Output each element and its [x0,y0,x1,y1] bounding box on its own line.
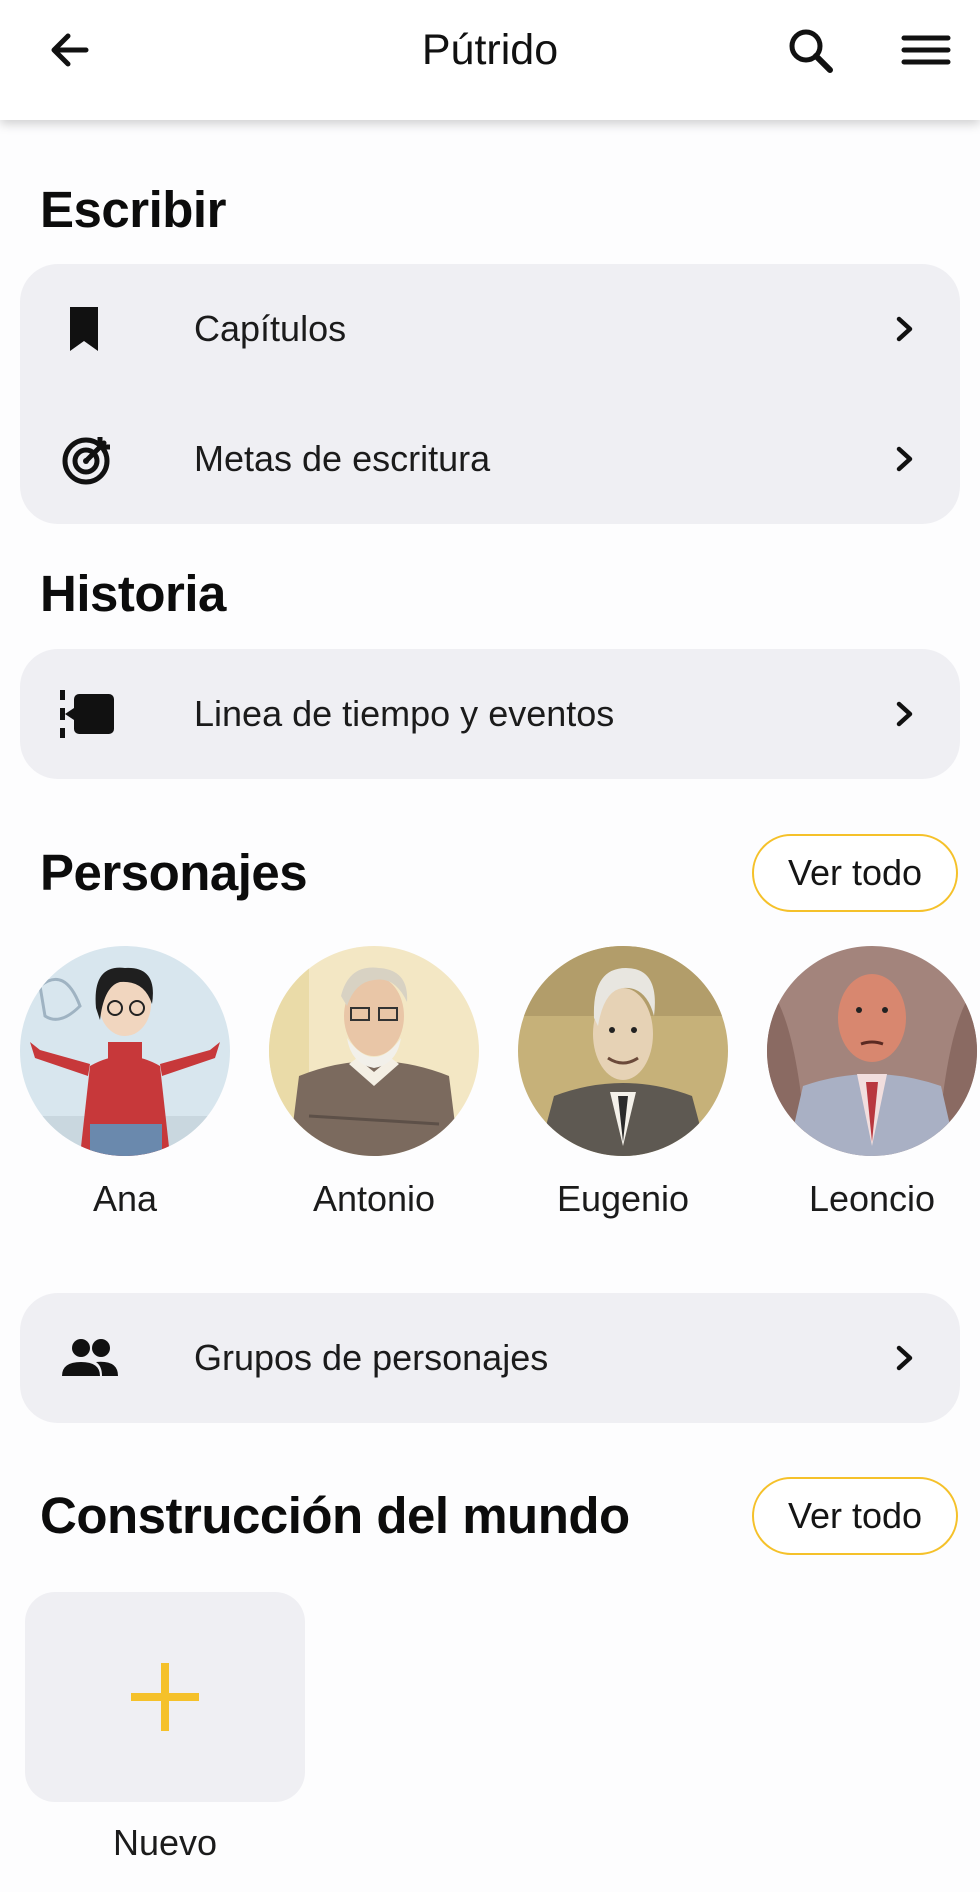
timeline-label: Linea de tiempo y eventos [194,693,615,734]
characters-see-all-button[interactable]: Ver todo [752,834,958,912]
people-icon [62,1339,118,1376]
chevron-right-icon [896,701,913,727]
character-card-ana[interactable]: Ana [19,946,231,1220]
character-card-antonio[interactable]: Antonio [268,946,480,1220]
chevron-right-icon [896,1345,913,1371]
section-title-story: Historia [40,565,226,622]
character-name: Antonio [312,1178,436,1219]
avatar [518,946,728,1156]
character-name: Eugenio [556,1178,690,1219]
section-title-write: Escribir [40,181,226,238]
section-title-characters: Personajes [40,844,308,901]
timeline-row[interactable]: Linea de tiempo y eventos [20,649,960,779]
writing-goals-label: Metas de escritura [194,438,491,479]
target-icon [62,437,110,485]
chevron-right-icon [896,316,913,342]
new-label: Nuevo [112,1822,218,1863]
worldbuilding-see-all-button[interactable]: Ver todo [752,1477,958,1555]
chapters-row[interactable]: Capítulos [20,264,960,394]
chapters-label: Capítulos [194,308,347,349]
section-title-worldbuilding: Construcción del mundo [40,1487,630,1544]
bookmark-icon [70,307,98,351]
character-groups-label: Grupos de personajes [194,1337,549,1378]
writing-goals-row[interactable]: Metas de escritura [20,394,960,524]
write-card: Capítulos Metas de escritura [20,264,960,524]
search-icon [789,29,833,73]
search-button[interactable] [782,22,842,82]
character-name: Leoncio [808,1178,936,1219]
character-card-eugenio[interactable]: Eugenio [517,946,729,1220]
character-groups-row[interactable]: Grupos de personajes [20,1293,960,1423]
new-world-element-button[interactable] [25,1592,305,1802]
app-bar: Pútrido [0,0,980,120]
story-card: Linea de tiempo y eventos [20,649,960,779]
groups-card: Grupos de personajes [20,1293,960,1423]
character-card-leoncio[interactable]: Leoncio [766,946,978,1220]
avatar [20,946,230,1156]
character-name: Ana [92,1178,158,1219]
timeline-icon [60,690,114,738]
avatar [767,946,977,1156]
menu-button[interactable] [896,22,956,82]
plus-icon [131,1663,199,1731]
hamburger-menu-icon [901,35,951,65]
chevron-right-icon [896,446,913,472]
avatar [269,946,479,1156]
